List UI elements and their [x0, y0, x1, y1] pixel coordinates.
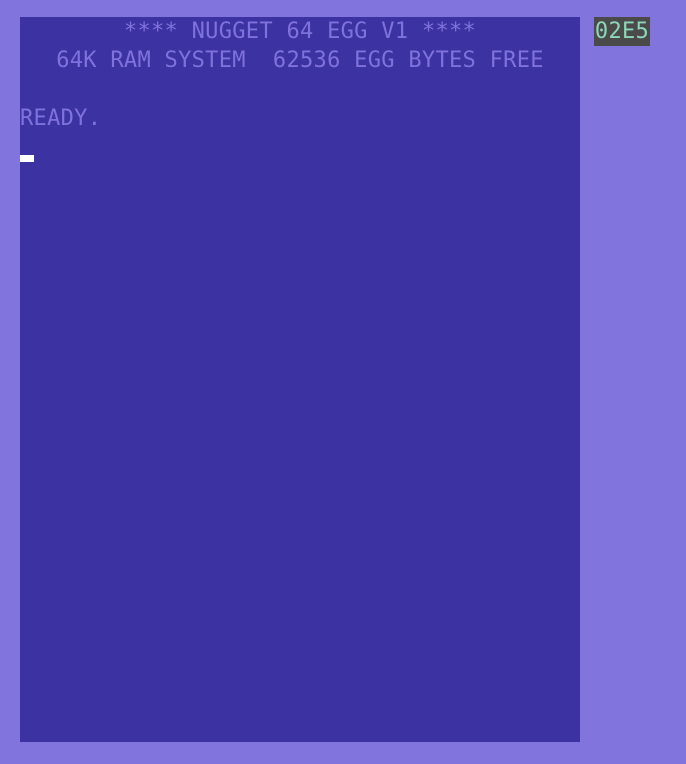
- ready-prompt: READY.: [20, 106, 102, 131]
- address-badge: 02E5: [594, 17, 650, 46]
- basic-screen[interactable]: **** NUGGET 64 EGG V1 **** 64K RAM SYSTE…: [20, 17, 580, 742]
- system-info-line: 64K RAM SYSTEM 62536 EGG BYTES FREE: [56, 48, 544, 73]
- title-line: **** NUGGET 64 EGG V1 ****: [123, 19, 477, 44]
- text-cursor: [20, 155, 34, 162]
